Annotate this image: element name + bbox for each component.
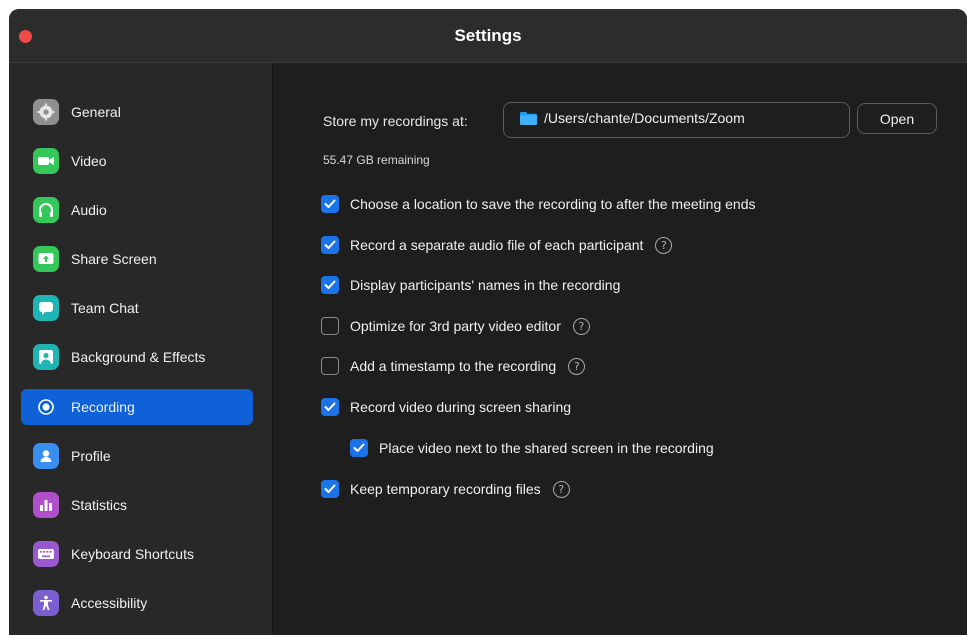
sidebar-item-label: Video	[71, 153, 107, 169]
checkmark-icon	[324, 484, 336, 493]
sidebar-item-label: Statistics	[71, 497, 128, 513]
sidebar-item-label: Audio	[71, 202, 107, 218]
sidebar-item-label: Accessibility	[71, 595, 148, 611]
checkbox-checked[interactable]	[321, 276, 339, 294]
option-label: Display participants' names in the recor…	[350, 277, 621, 293]
option-label: Choose a location to save the recording …	[350, 196, 756, 212]
sidebar-item-keyboard-shortcuts[interactable]: Keyboard Shortcuts	[21, 536, 253, 572]
sidebar-item-label: Keyboard Shortcuts	[71, 546, 194, 562]
background-icon	[33, 344, 59, 370]
option-timestamp[interactable]: Add a timestamp to the recording ?	[321, 355, 586, 377]
recording-path: /Users/chante/Documents/Zoom	[544, 110, 745, 126]
checkbox-unchecked[interactable]	[321, 357, 339, 375]
option-place-video-next-to-screen[interactable]: Place video next to the shared screen in…	[350, 437, 714, 459]
settings-sidebar: General Video Audio Share Screen Team Ch…	[9, 63, 273, 635]
option-label: Keep temporary recording files	[350, 481, 541, 497]
storage-remaining: 55.47 GB remaining	[323, 153, 430, 167]
person-icon	[33, 443, 59, 469]
option-separate-audio[interactable]: Record a separate audio file of each par…	[321, 234, 673, 256]
checkbox-checked[interactable]	[321, 236, 339, 254]
checkbox-checked[interactable]	[321, 480, 339, 498]
option-optimize-3rd-party[interactable]: Optimize for 3rd party video editor ?	[321, 315, 590, 337]
sidebar-item-accessibility[interactable]: Accessibility	[21, 585, 253, 621]
sidebar-item-team-chat[interactable]: Team Chat	[21, 290, 253, 326]
sidebar-item-label: General	[71, 104, 121, 120]
sidebar-item-label: Background & Effects	[71, 349, 206, 365]
sidebar-item-statistics[interactable]: Statistics	[21, 487, 253, 523]
option-choose-location[interactable]: Choose a location to save the recording …	[321, 193, 755, 215]
help-icon[interactable]: ?	[655, 236, 673, 254]
checkmark-icon	[324, 280, 336, 289]
headphones-icon	[33, 197, 59, 223]
open-folder-button[interactable]: Open	[857, 103, 937, 134]
recording-location-field[interactable]: /Users/chante/Documents/Zoom	[503, 102, 850, 138]
chat-bubble-icon	[33, 295, 59, 321]
sidebar-item-label: Team Chat	[71, 300, 139, 316]
checkmark-icon	[324, 402, 336, 411]
checkmark-icon	[324, 240, 336, 249]
option-display-names[interactable]: Display participants' names in the recor…	[321, 274, 620, 296]
share-screen-icon	[33, 246, 59, 272]
option-label: Add a timestamp to the recording	[350, 358, 557, 374]
checkbox-checked[interactable]	[321, 398, 339, 416]
option-label: Optimize for 3rd party video editor	[350, 318, 561, 334]
folder-icon	[520, 112, 537, 125]
option-keep-temporary-files[interactable]: Keep temporary recording files ?	[321, 478, 570, 500]
video-camera-icon	[33, 148, 59, 174]
help-icon[interactable]: ?	[568, 357, 586, 375]
keyboard-icon	[33, 541, 59, 567]
sidebar-item-profile[interactable]: Profile	[21, 438, 253, 474]
help-icon[interactable]: ?	[552, 480, 570, 498]
checkbox-checked[interactable]	[321, 195, 339, 213]
sidebar-item-background-effects[interactable]: Background & Effects	[21, 339, 253, 375]
option-label: Place video next to the shared screen in…	[379, 440, 714, 456]
accessibility-icon	[33, 590, 59, 616]
bar-chart-icon	[33, 492, 59, 518]
store-recordings-label: Store my recordings at:	[323, 113, 468, 129]
settings-window: Settings General Video Audio Share Scree…	[9, 9, 967, 635]
checkbox-unchecked[interactable]	[321, 317, 339, 335]
sidebar-item-general[interactable]: General	[21, 94, 253, 130]
gear-icon	[33, 99, 59, 125]
checkmark-icon	[324, 199, 336, 208]
window-title: Settings	[454, 26, 522, 45]
sidebar-item-label: Profile	[71, 448, 111, 464]
option-record-video-screen-share[interactable]: Record video during screen sharing	[321, 396, 571, 418]
title-bar: Settings	[9, 9, 967, 63]
option-label: Record a separate audio file of each par…	[350, 237, 644, 253]
sidebar-item-video[interactable]: Video	[21, 143, 253, 179]
option-label: Record video during screen sharing	[350, 399, 572, 415]
checkbox-checked[interactable]	[350, 439, 368, 457]
record-icon	[33, 394, 59, 420]
help-icon[interactable]: ?	[572, 317, 590, 335]
sidebar-item-label: Share Screen	[71, 251, 157, 267]
sidebar-item-recording[interactable]: Recording	[21, 389, 253, 425]
checkmark-icon	[353, 443, 365, 452]
recording-settings-panel: Store my recordings at: /Users/chante/Do…	[273, 63, 967, 635]
sidebar-item-label: Recording	[71, 399, 135, 415]
sidebar-item-share-screen[interactable]: Share Screen	[21, 241, 253, 277]
sidebar-item-audio[interactable]: Audio	[21, 192, 253, 228]
